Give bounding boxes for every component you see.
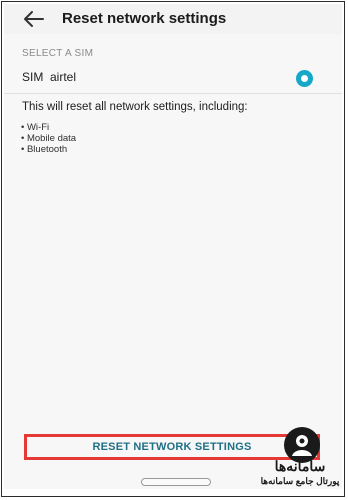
list-item-bluetooth: Bluetooth [21,144,76,155]
select-sim-label: SELECT A SIM [22,48,94,59]
watermark-subtitle: پورتال جامع سامانه‌ها [260,476,340,486]
settings-list: Wi-Fi Mobile data Bluetooth [21,122,76,155]
sim-radio-selected[interactable] [296,70,313,87]
sim-option-airtel[interactable]: SIM airtel [4,64,342,90]
reset-network-settings-button[interactable]: RESET NETWORK SETTINGS [24,434,320,460]
back-button[interactable] [22,9,46,29]
page-title: Reset network settings [62,10,227,27]
list-item-wifi: Wi-Fi [21,122,76,133]
arrow-left-icon [24,11,44,27]
reset-description: This will reset all network settings, in… [22,101,248,113]
reset-button-label: RESET NETWORK SETTINGS [92,441,252,453]
list-item-mobile-data: Mobile data [21,133,76,144]
home-indicator[interactable] [141,478,211,486]
watermark-title: سامانه‌ها [274,458,326,474]
sim-name: SIM airtel [22,70,77,84]
divider [4,93,342,94]
app-bar: Reset network settings [4,4,342,34]
